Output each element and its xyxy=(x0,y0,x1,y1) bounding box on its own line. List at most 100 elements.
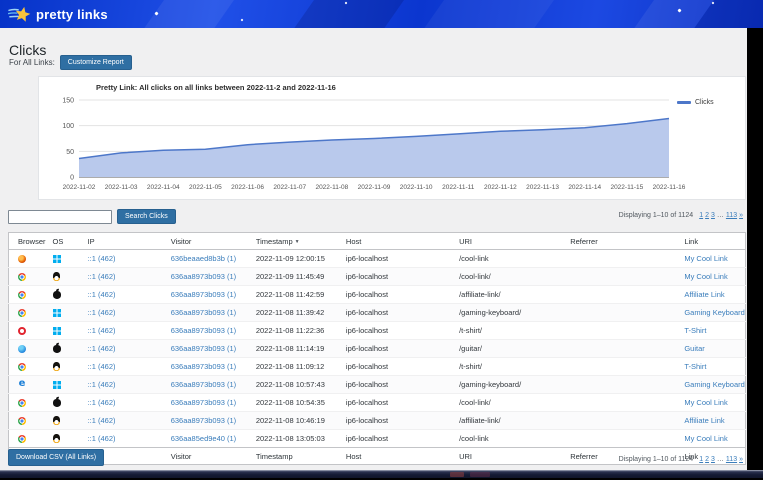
y-tick-label: 150 xyxy=(62,98,74,105)
pagination-links-top: 123…113» xyxy=(697,212,743,219)
column-header-host[interactable]: Host xyxy=(337,448,450,465)
visitor-link[interactable]: 636aa8973b093 (1) xyxy=(171,272,236,281)
uri-cell: /affiliate-link/ xyxy=(450,412,561,430)
timestamp-cell: 2022-11-08 11:09:12 xyxy=(247,358,337,376)
ip-cell: ::1 (462) xyxy=(79,250,162,268)
ip-cell: ::1 (462) xyxy=(79,322,162,340)
visitor-link[interactable]: 636aa8973b093 (1) xyxy=(171,398,236,407)
timestamp-cell: 2022-11-08 11:22:36 xyxy=(247,322,337,340)
page-link-2[interactable]: 2 xyxy=(705,456,709,463)
y-tick-label: 100 xyxy=(62,123,74,130)
column-header-visitor[interactable]: Visitor xyxy=(162,233,247,250)
visitor-cell: 636aa8973b093 (1) xyxy=(162,322,247,340)
visitor-link[interactable]: 636aa8973b093 (1) xyxy=(171,362,236,371)
pretty-link[interactable]: Guitar xyxy=(684,344,704,353)
x-tick-label: 2022-11-11 xyxy=(442,184,475,191)
visitor-link[interactable]: 636aa8973b093 (1) xyxy=(171,290,236,299)
visitor-link[interactable]: 636aa8973b093 (1) xyxy=(171,380,236,389)
pretty-link[interactable]: My Cool Link xyxy=(684,398,727,407)
ip-link[interactable]: ::1 (462) xyxy=(88,290,116,299)
chrome-browser-icon xyxy=(18,273,26,281)
pretty-link[interactable]: T-Shirt xyxy=(684,362,706,371)
customize-report-button[interactable]: Customize Report xyxy=(60,55,132,70)
page-link-3[interactable]: 3 xyxy=(711,212,715,219)
column-header-uri[interactable]: URI xyxy=(450,233,561,250)
host-cell: ip6-localhost xyxy=(337,250,450,268)
x-tick-label: 2022-11-16 xyxy=(653,184,686,191)
page-link-3[interactable]: 3 xyxy=(711,456,715,463)
admin-content: Clicks For All Links: Customize Report 0… xyxy=(0,28,747,470)
next-page-link[interactable]: » xyxy=(739,212,743,219)
referrer-cell xyxy=(561,250,675,268)
linux-os-icon xyxy=(53,434,60,443)
page-link-1[interactable]: 1 xyxy=(699,456,703,463)
next-page-link[interactable]: » xyxy=(739,456,743,463)
ip-link[interactable]: ::1 (462) xyxy=(88,362,116,371)
ip-link[interactable]: ::1 (462) xyxy=(88,254,116,263)
browser-cell xyxy=(9,268,44,286)
visitor-link[interactable]: 636aa8973b093 (1) xyxy=(171,416,236,425)
page-link-last[interactable]: 113 xyxy=(726,212,737,219)
pretty-link[interactable]: Affiliate Link xyxy=(684,416,724,425)
pretty-link[interactable]: Affiliate Link xyxy=(684,290,724,299)
visitor-link[interactable]: 636aa8973b093 (1) xyxy=(171,308,236,317)
column-header-uri[interactable]: URI xyxy=(450,448,561,465)
ip-link[interactable]: ::1 (462) xyxy=(88,380,116,389)
column-header-referrer[interactable]: Referrer xyxy=(561,233,675,250)
page-link-2[interactable]: 2 xyxy=(705,212,709,219)
column-header-ip[interactable]: IP xyxy=(79,233,162,250)
x-tick-label: 2022-11-05 xyxy=(189,184,222,191)
browser-cell xyxy=(9,322,44,340)
page-link-last[interactable]: 113 xyxy=(726,456,737,463)
column-header-os[interactable]: OS xyxy=(44,233,79,250)
browser-cell xyxy=(9,304,44,322)
column-header-link[interactable]: Link xyxy=(675,233,745,250)
visitor-link[interactable]: 636beaaed8b3b (1) xyxy=(171,254,236,263)
download-csv-button[interactable]: Download CSV (All Links) xyxy=(8,449,104,466)
browser-cell xyxy=(9,358,44,376)
pretty-link[interactable]: Gaming Keyboard xyxy=(684,308,744,317)
timestamp-cell: 2022-11-08 11:39:42 xyxy=(247,304,337,322)
sparkle-icon xyxy=(241,19,244,22)
pretty-link[interactable]: My Cool Link xyxy=(684,272,727,281)
uri-cell: /cool-link xyxy=(450,430,561,448)
ip-link[interactable]: ::1 (462) xyxy=(88,344,116,353)
browser-cell xyxy=(9,286,44,304)
pagination-ellipsis: … xyxy=(717,212,724,219)
search-clicks-button[interactable]: Search Clicks xyxy=(117,209,176,224)
column-header-timestamp[interactable]: Timestamp xyxy=(247,448,337,465)
uri-cell: /affiliate-link/ xyxy=(450,286,561,304)
ip-link[interactable]: ::1 (462) xyxy=(88,416,116,425)
search-input[interactable] xyxy=(8,210,112,224)
pretty-link[interactable]: Gaming Keyboard xyxy=(684,380,744,389)
column-header-visitor[interactable]: Visitor xyxy=(162,448,247,465)
visitor-link[interactable]: 636aa8973b093 (1) xyxy=(171,344,236,353)
page-link-1[interactable]: 1 xyxy=(699,212,703,219)
ip-link[interactable]: ::1 (462) xyxy=(88,326,116,335)
visitor-cell: 636aa85ed9e40 (1) xyxy=(162,430,247,448)
x-tick-label: 2022-11-13 xyxy=(526,184,559,191)
for-all-links-label: For All Links: xyxy=(9,58,55,67)
ip-cell: ::1 (462) xyxy=(79,394,162,412)
table-row: e::1 (462)636aa8973b093 (1)2022-11-08 10… xyxy=(9,376,746,394)
host-cell: ip6-localhost xyxy=(337,358,450,376)
pretty-link[interactable]: My Cool Link xyxy=(684,434,727,443)
legend-swatch xyxy=(677,101,691,104)
ip-link[interactable]: ::1 (462) xyxy=(88,434,116,443)
column-header-browser[interactable]: Browser xyxy=(9,233,44,250)
taskbar-item xyxy=(450,472,464,477)
safari-browser-icon xyxy=(18,345,26,353)
visitor-link[interactable]: 636aa85ed9e40 (1) xyxy=(171,434,236,443)
apple-os-icon xyxy=(53,345,61,353)
browser-cell xyxy=(9,412,44,430)
pretty-link[interactable]: My Cool Link xyxy=(684,254,727,263)
column-header-host[interactable]: Host xyxy=(337,233,450,250)
ip-link[interactable]: ::1 (462) xyxy=(88,272,116,281)
ip-link[interactable]: ::1 (462) xyxy=(88,398,116,407)
column-header-timestamp[interactable]: Timestamp▼ xyxy=(247,233,337,250)
referrer-cell xyxy=(561,430,675,448)
ip-link[interactable]: ::1 (462) xyxy=(88,308,116,317)
visitor-link[interactable]: 636aa8973b093 (1) xyxy=(171,326,236,335)
pretty-link[interactable]: T-Shirt xyxy=(684,326,706,335)
uri-cell: /cool-link xyxy=(450,250,561,268)
